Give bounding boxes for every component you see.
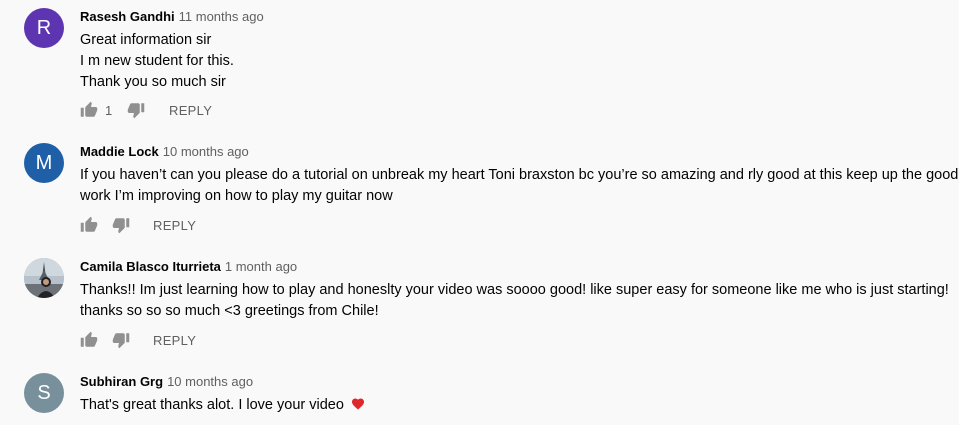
comment-actions: REPLY (80, 213, 196, 237)
author-name[interactable]: Camila Blasco Iturrieta (80, 259, 221, 274)
comment-header: Camila Blasco Iturrieta 1 month ago (80, 259, 297, 275)
author-name[interactable]: Rasesh Gandhi (80, 9, 175, 24)
comment-header: Rasesh Gandhi 11 months ago (80, 9, 264, 25)
comment-text: If you haven’t can you please do a tutor… (80, 165, 959, 207)
like-icon[interactable] (80, 216, 98, 234)
comment-line: If you haven’t can you please do a tutor… (80, 167, 959, 183)
comment-line: Thanks!! Im just learning how to play an… (80, 282, 949, 298)
comment-line: That's great thanks alot. I love your vi… (80, 395, 950, 416)
reply-button[interactable]: REPLY (153, 333, 196, 348)
comment-actions: 1 REPLY (80, 98, 212, 122)
dislike-icon[interactable] (112, 331, 130, 349)
reply-button[interactable]: REPLY (153, 218, 196, 233)
reply-button[interactable]: REPLY (169, 103, 212, 118)
comment-time[interactable]: 10 months ago (167, 374, 253, 389)
profile-photo-icon (24, 258, 64, 298)
comment-time[interactable]: 10 months ago (163, 144, 249, 159)
comment-line-text: That's great thanks alot. I love your vi… (80, 397, 344, 413)
like-icon[interactable] (80, 101, 98, 119)
avatar[interactable]: S (24, 373, 64, 413)
comment-text: Great information sir I m new student fo… (80, 30, 950, 93)
comment-line: thanks so so so much <3 greetings from C… (80, 303, 379, 319)
comment-text: That's great thanks alot. I love your vi… (80, 395, 950, 416)
comment-line: work I’m improving on how to play my gui… (80, 188, 393, 204)
avatar[interactable]: R (24, 8, 64, 48)
author-name[interactable]: Subhiran Grg (80, 374, 163, 389)
comment-line: Thank you so much sir (80, 74, 226, 90)
comment-header: Subhiran Grg 10 months ago (80, 374, 253, 390)
comment-line: Great information sir (80, 32, 212, 48)
dislike-icon[interactable] (112, 216, 130, 234)
like-icon[interactable] (80, 331, 98, 349)
comment-text: Thanks!! Im just learning how to play an… (80, 280, 950, 322)
author-name[interactable]: Maddie Lock (80, 144, 159, 159)
dislike-icon[interactable] (127, 101, 145, 119)
red-heart-icon (351, 398, 364, 410)
comment-header: Maddie Lock 10 months ago (80, 144, 249, 160)
comment-line: I m new student for this. (80, 53, 234, 69)
avatar[interactable] (24, 258, 64, 298)
like-count: 1 (105, 102, 113, 118)
comment-time[interactable]: 11 months ago (179, 9, 264, 24)
comment-time[interactable]: 1 month ago (225, 259, 297, 274)
avatar[interactable]: M (24, 143, 64, 183)
comment-actions: REPLY (80, 328, 196, 352)
